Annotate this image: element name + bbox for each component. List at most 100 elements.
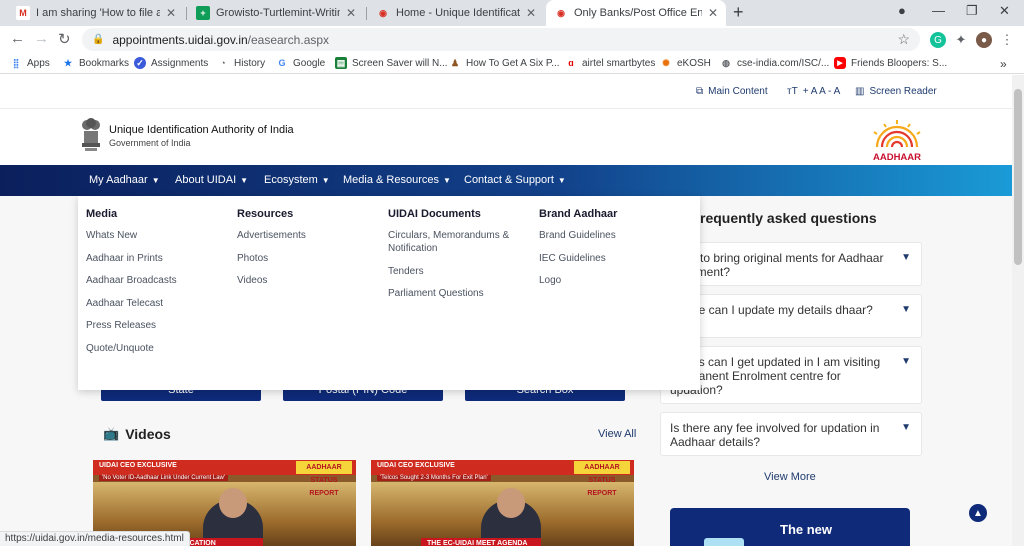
- bookmark-item[interactable]: ɑ airtel smartbytes: [565, 57, 655, 69]
- org-subtitle: Government of India: [109, 138, 191, 148]
- tab-search-icon[interactable]: ●: [898, 3, 906, 18]
- close-icon[interactable]: ✕: [166, 6, 176, 20]
- web-page: ⧉ Main Content тT + A A - A ▥ Screen Reader…: [0, 75, 1012, 546]
- back-button[interactable]: ←: [10, 30, 25, 47]
- menu-item[interactable]: Aadhaar Broadcasts: [86, 274, 226, 287]
- restore-button[interactable]: ❐: [966, 3, 978, 19]
- grammarly-icon[interactable]: G: [930, 32, 946, 48]
- tab-strip: M I am sharing 'How to file a claim ✕ + …: [0, 0, 1024, 26]
- video-badge: AADHAAR STATUS REPORT: [574, 461, 630, 497]
- text-size-control[interactable]: тT + A A - A: [787, 86, 840, 97]
- video-subtitle: 'Telcos Sought 2-3 Months For Exit Plan': [377, 475, 491, 481]
- bookmark-item[interactable]: ★ Bookmarks: [62, 57, 129, 69]
- main-content-link[interactable]: ⧉ Main Content: [696, 86, 768, 97]
- screen-reader-link[interactable]: ▥ Screen Reader: [855, 86, 937, 97]
- scrollbar-thumb[interactable]: [1014, 89, 1022, 265]
- browser-tab[interactable]: ◉ Home - Unique Identification Au ✕: [368, 0, 544, 26]
- bookmark-item[interactable]: ✺ eKOSH: [660, 57, 711, 69]
- menu-kebab-icon[interactable]: ⋮: [999, 32, 1015, 48]
- aadhaar-logo[interactable]: AADHAAR: [864, 117, 930, 163]
- menu-item[interactable]: Videos: [237, 274, 377, 287]
- menu-item[interactable]: Whats New: [86, 229, 226, 242]
- nav-ecosystem[interactable]: Ecosystem ▼: [264, 174, 330, 186]
- menu-column-heading: UIDAI Documents: [388, 208, 481, 220]
- org-name: Unique Identification Authority of India: [109, 124, 294, 136]
- promo-title: The new: [780, 522, 833, 537]
- close-icon[interactable]: ✕: [708, 6, 718, 20]
- gmail-icon: M: [16, 6, 30, 20]
- bookmark-item[interactable]: ◔ History: [217, 57, 265, 69]
- menu-item[interactable]: Circulars, Memorandums & Notification: [388, 229, 528, 255]
- document-icon: ▤: [335, 57, 347, 69]
- browser-tab[interactable]: M I am sharing 'How to file a claim ✕: [8, 0, 184, 26]
- nav-media-resources[interactable]: Media & Resources ▼: [343, 174, 451, 186]
- bookmark-item[interactable]: ◍ cse-india.com/ISC/...: [720, 57, 829, 69]
- bookmark-label: Assignments: [151, 57, 209, 69]
- faq-item[interactable]: Is there any fee involved for updation i…: [660, 412, 922, 456]
- video-headline: UIDAI CEO EXCLUSIVE: [99, 462, 177, 469]
- tab-separator: [366, 7, 367, 20]
- media-resources-mega-menu: Media Whats New Aadhaar in Prints Aadhaa…: [78, 196, 700, 390]
- lock-icon[interactable]: 🔒: [92, 34, 104, 45]
- browser-tab-active[interactable]: ◉ Only Banks/Post Office Enrolme ✕: [546, 0, 726, 26]
- menu-item[interactable]: Quote/Unquote: [86, 342, 226, 355]
- assignments-icon: ✓: [134, 57, 146, 69]
- scroll-to-top-button[interactable]: ▲: [969, 504, 987, 522]
- menu-item[interactable]: Aadhaar in Prints: [86, 252, 226, 265]
- menu-item[interactable]: Logo: [539, 274, 679, 287]
- site-header: Unique Identification Authority of India…: [0, 109, 1012, 165]
- bookmark-item[interactable]: ⣿ Apps: [10, 57, 50, 69]
- minimize-button[interactable]: —: [932, 3, 945, 18]
- chevron-down-icon: ▼: [901, 304, 911, 315]
- nav-about-uidai[interactable]: About UIDAI ▼: [175, 174, 248, 186]
- close-icon[interactable]: ✕: [526, 6, 536, 20]
- fitness-icon: ♟: [450, 57, 460, 68]
- menu-item[interactable]: Photos: [237, 252, 377, 265]
- bookmark-item[interactable]: ✓ Assignments: [134, 57, 208, 69]
- profile-avatar[interactable]: ●: [976, 32, 992, 48]
- menu-item[interactable]: Press Releases: [86, 319, 226, 332]
- extensions-puzzle-icon[interactable]: ✦: [953, 32, 969, 48]
- aadhaar-logo-text: AADHAAR: [873, 152, 921, 163]
- view-all-link[interactable]: View All: [598, 428, 636, 440]
- chevron-down-icon: ▼: [901, 422, 911, 433]
- nav-label: About UIDAI: [175, 174, 237, 186]
- browser-tab[interactable]: + Growisto-Turtlemint-Writing Sug ✕: [188, 0, 364, 26]
- national-emblem-icon: [82, 118, 100, 151]
- bookmark-star-icon[interactable]: ☆: [897, 31, 910, 48]
- nav-my-aadhaar[interactable]: My Aadhaar ▼: [89, 174, 160, 186]
- main-navigation: My Aadhaar ▼ About UIDAI ▼ Ecosystem ▼ Medi…: [0, 165, 1012, 196]
- bookmarks-overflow-button[interactable]: »: [1000, 57, 1007, 71]
- bookmark-item[interactable]: ▶ Friends Bloopers: S...: [834, 57, 947, 69]
- google-icon: G: [278, 58, 286, 68]
- tab-title: Growisto-Turtlemint-Writing Sug: [216, 7, 340, 19]
- bookmarks-bar: ⣿ Apps ★ Bookmarks ✓ Assignments ◔ History G…: [0, 54, 1024, 74]
- menu-item[interactable]: Aadhaar Telecast: [86, 297, 226, 310]
- bookmark-item[interactable]: G Google: [276, 57, 325, 69]
- new-tab-button[interactable]: +: [733, 2, 744, 23]
- menu-item[interactable]: Advertisements: [237, 229, 377, 242]
- video-thumbnail[interactable]: UIDAI CEO EXCLUSIVE AADHAAR STATUS REPOR…: [371, 460, 634, 546]
- menu-item[interactable]: Brand Guidelines: [539, 229, 679, 242]
- menu-item[interactable]: Parliament Questions: [388, 287, 528, 300]
- faq-question: need to bring original ments for Aadhaar…: [670, 251, 884, 279]
- nav-contact-support[interactable]: Contact & Support ▼: [464, 174, 566, 186]
- chevron-down-icon: ▼: [240, 176, 249, 185]
- menu-item[interactable]: Tenders: [388, 265, 528, 278]
- bookmark-item[interactable]: ♟ How To Get A Six P...: [449, 57, 560, 69]
- address-bar[interactable]: 🔒 appointments.uidai.gov.in/easearch.asp…: [82, 28, 920, 51]
- forward-button[interactable]: →: [34, 30, 49, 47]
- reload-button[interactable]: ↻: [58, 30, 71, 48]
- page-scrollbar[interactable]: [1012, 75, 1024, 546]
- sheets-icon: +: [196, 6, 210, 20]
- bookmark-item[interactable]: ▤ Screen Saver will N...: [335, 57, 448, 69]
- close-window-button[interactable]: ✕: [999, 3, 1010, 19]
- view-more-link[interactable]: View More: [764, 471, 816, 483]
- maadhaar-promo-banner[interactable]: The new: [670, 508, 910, 546]
- globe-icon: ◍: [722, 57, 730, 68]
- bookmark-label: Google: [293, 57, 326, 69]
- chevron-down-icon: ▼: [151, 176, 160, 185]
- menu-item[interactable]: IEC Guidelines: [539, 252, 679, 265]
- text-size-label: + A A - A: [802, 86, 841, 97]
- close-icon[interactable]: ✕: [346, 6, 356, 20]
